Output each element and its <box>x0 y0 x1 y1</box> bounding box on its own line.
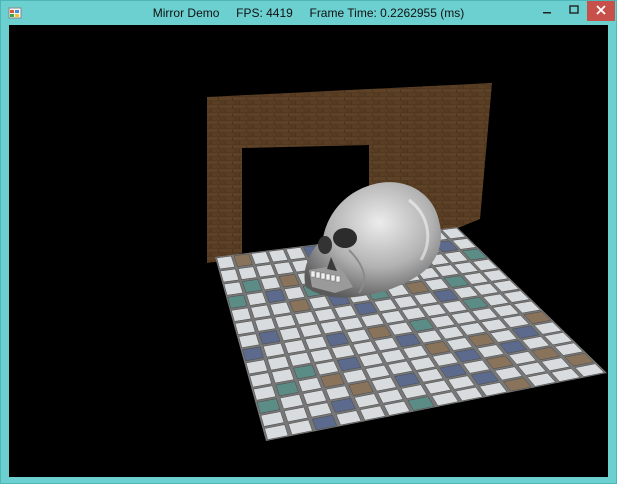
app-window: Mirror Demo FPS: 4419 Frame Time: 0.2262… <box>0 0 617 484</box>
floor-tile <box>246 291 267 306</box>
title-app-name: Mirror Demo <box>152 6 220 20</box>
floor-tile <box>231 307 252 322</box>
minimize-button[interactable] <box>533 1 560 21</box>
title-bar[interactable]: Mirror Demo FPS: 4419 Frame Time: 0.2262… <box>1 1 616 25</box>
floor-tile <box>250 304 272 319</box>
floor-tile <box>220 268 240 283</box>
floor-tile <box>216 255 236 270</box>
window-title: Mirror Demo FPS: 4419 Frame Time: 0.2262… <box>1 1 616 25</box>
render-viewport[interactable] <box>9 25 608 477</box>
scene-render <box>207 83 607 441</box>
close-button[interactable] <box>587 1 615 21</box>
title-fps: FPS: 4419 <box>236 6 293 20</box>
maximize-icon <box>568 2 579 20</box>
floor-tile <box>227 294 248 309</box>
floor-tile <box>223 281 244 296</box>
maximize-button[interactable] <box>560 1 587 21</box>
close-icon <box>596 2 606 20</box>
title-frame-time: Frame Time: 0.2262955 (ms) <box>309 6 465 20</box>
minimize-icon <box>542 2 552 20</box>
floor-tile <box>234 320 256 335</box>
